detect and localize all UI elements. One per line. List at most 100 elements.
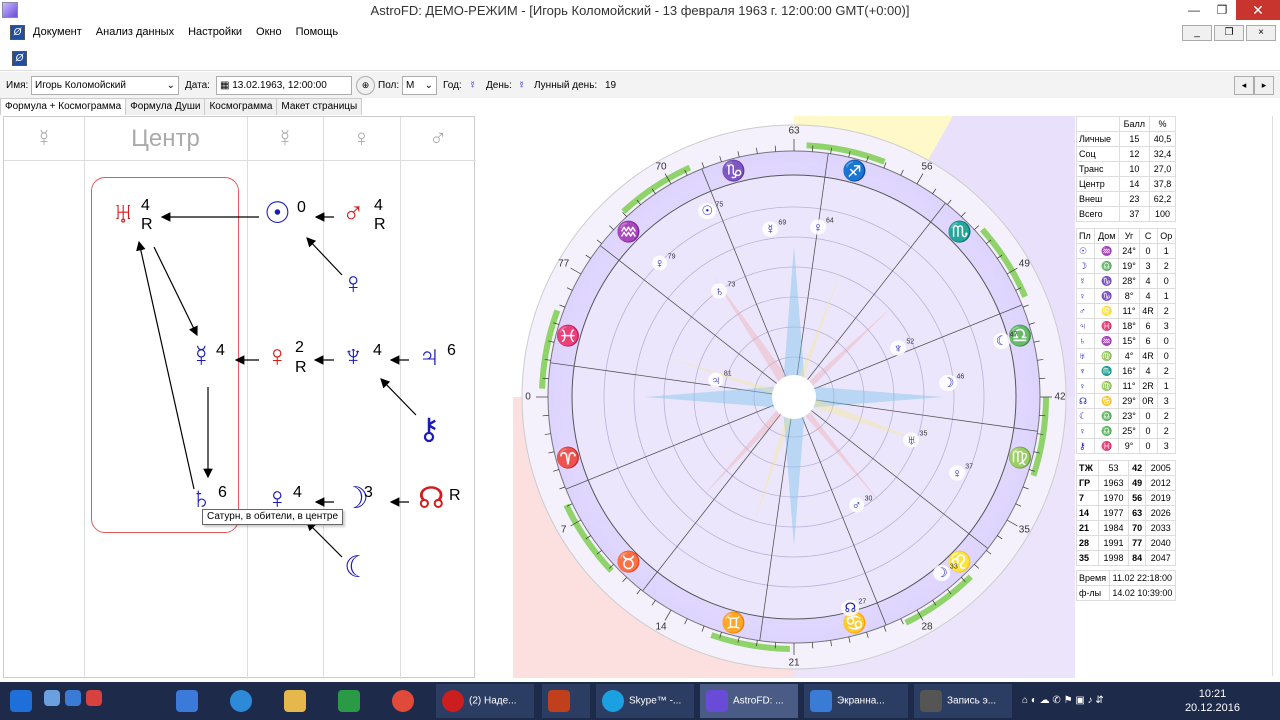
wheel-planet-icon: ☉ xyxy=(698,203,717,220)
times-table: Время 11.02 22:18:00 ф-лы 14.02 10:39:00 xyxy=(1076,570,1177,601)
wheel-planet-icon: ♆ xyxy=(890,340,907,356)
tab-formula-cosmogram[interactable]: Формула + Космограмма xyxy=(0,98,127,115)
wheel-planet-icon: ♂ xyxy=(848,497,865,513)
tab-cosmogram[interactable]: Космограмма xyxy=(204,98,278,115)
cycles-cell: 28 xyxy=(1075,535,1100,551)
menu-window[interactable]: Окно xyxy=(256,26,282,38)
positions-cell: ♒ xyxy=(1094,243,1120,259)
times-cell: Время xyxy=(1076,570,1110,586)
taskbar-item-opera[interactable]: (2) Наде... xyxy=(436,684,534,718)
chrome-icon[interactable] xyxy=(86,690,102,706)
taskbar-item-astrofd[interactable]: AstroFD: ... xyxy=(700,684,798,718)
mercury-number: 4 xyxy=(216,342,225,359)
positions-cell: 6 xyxy=(1138,333,1158,349)
zodiac-sign-icon: ♓ xyxy=(555,325,581,348)
uranus-retro: R xyxy=(141,216,153,233)
mdi-close-button[interactable]: × xyxy=(1246,25,1276,41)
scores-cell: Внеш xyxy=(1076,191,1120,207)
scores-row: Транс 10 27,0 xyxy=(1076,161,1176,177)
degree-label: 0 xyxy=(525,391,531,403)
scores-cell: Всего xyxy=(1076,206,1120,222)
pluto-number: 2 xyxy=(295,339,304,356)
positions-cell: С xyxy=(1138,228,1158,244)
maximize-button[interactable]: ❐ xyxy=(1208,0,1236,20)
aspect-arrows xyxy=(136,212,417,558)
toolbar-document-icon[interactable]: Ø xyxy=(12,51,27,66)
sun-glyph: ☉ xyxy=(264,197,291,230)
close-button[interactable]: ✕ xyxy=(1236,0,1280,20)
explorer-button[interactable] xyxy=(284,684,311,718)
menu-document[interactable]: Документ xyxy=(33,26,82,38)
ie-icon[interactable] xyxy=(65,690,81,706)
mdi-minimize-button[interactable]: _ xyxy=(1182,25,1212,41)
tab-page-layout[interactable]: Макет страницы xyxy=(276,98,363,115)
positions-cell: ♎ xyxy=(1094,423,1120,439)
menu-help[interactable]: Помощь xyxy=(296,26,339,38)
wheel-planet-number: 64 xyxy=(826,217,834,225)
neptune-number: 4 xyxy=(373,342,382,359)
wheel-planet-icon: ♄ xyxy=(711,283,728,298)
positions-cell: 3 xyxy=(1156,438,1177,454)
mdi-restore-button[interactable]: ❐ xyxy=(1214,25,1244,41)
saturn-number: 6 xyxy=(218,484,227,501)
positions-cell: 18° xyxy=(1118,318,1140,334)
name-select[interactable]: Игорь Коломойский ⌄ xyxy=(31,76,179,95)
globe-icon[interactable]: ⊕ xyxy=(356,76,375,95)
title-bar: AstroFD: ДЕМО-РЕЖИМ - [Игорь Коломойский… xyxy=(0,0,1280,22)
clock[interactable]: 10:21 20.12.2016 xyxy=(1185,687,1240,715)
ie-button[interactable] xyxy=(230,684,257,718)
positions-cell: 8° xyxy=(1118,288,1140,304)
snipping-tool-button[interactable] xyxy=(176,684,203,718)
zodiac-sign-icon: ♌ xyxy=(947,551,972,574)
mars-number: 4 xyxy=(374,197,383,214)
positions-cell: ♌ xyxy=(1094,303,1120,319)
wheel-planet-icon: ☾ xyxy=(992,333,1011,350)
sex-select[interactable]: М ⌄ xyxy=(402,76,437,95)
cosmogram-wheel[interactable]: 63 56 49 42 35 28 21 14 7 0 77 70 ♐ ♏ ♎ ♍ ♌ ♋ ♊ ♉ ♈ ♓ ♒ ♑ ☉ 75 ☿ 69… xyxy=(513,116,1075,678)
wheel-svg xyxy=(513,116,1075,678)
store-button[interactable] xyxy=(338,684,365,718)
date-picker[interactable]: ▦ 13.02.1963, 12:00:00 xyxy=(216,76,352,95)
desktop-icon[interactable] xyxy=(44,690,60,706)
mdi-controls: _ ❐ × xyxy=(1182,25,1276,41)
scores-cell: 14 xyxy=(1118,176,1151,192)
taskbar-item-screen[interactable]: Экранна... xyxy=(804,684,908,718)
positions-table: Пл Дом Уг С Ор ☉ ♒ 24° 0 1 ☽ ♎ 19° 3 2 ☿ ♑ 28° 4 0 ♀ ♑ 8° 4 1 ♂ ♌ 1… xyxy=(1075,228,1177,454)
positions-row: ⚷ ♓ 9° 0 3 xyxy=(1075,438,1177,454)
taskbar-item-recorder[interactable]: Запись э... xyxy=(914,684,1012,718)
lilith-glyph: ☾ xyxy=(344,551,371,584)
cycles-cell: 84 xyxy=(1127,550,1147,566)
cycles-cell: 63 xyxy=(1127,505,1147,521)
menu-settings[interactable]: Настройки xyxy=(188,26,242,38)
positions-cell: 2 xyxy=(1156,423,1177,439)
astrofd-icon xyxy=(706,690,728,712)
taskbar-item-powerpoint[interactable] xyxy=(542,684,590,718)
chrome-button[interactable] xyxy=(392,684,419,718)
positions-cell: ☊ xyxy=(1075,393,1096,409)
tray-icons[interactable]: ⌂ ◐ ☁ ✆ ⚑ ▣ ♪ ⇵ xyxy=(1022,695,1104,706)
degree-label: 14 xyxy=(655,621,667,633)
wheel-planet-number: 46 xyxy=(956,373,965,381)
document-icon[interactable]: Ø xyxy=(10,25,25,40)
menu-data-analysis[interactable]: Анализ данных xyxy=(96,26,174,38)
minimize-button[interactable]: — xyxy=(1180,0,1208,20)
positions-cell: ♀ xyxy=(1075,288,1096,304)
positions-cell: ♍ xyxy=(1094,348,1120,364)
taskbar-item-skype[interactable]: Skype™ -... xyxy=(596,684,694,718)
cycles-cell: ГР xyxy=(1075,475,1100,491)
cycles-row: ГР 1963 49 2012 xyxy=(1075,475,1176,491)
positions-cell: 11° xyxy=(1118,378,1140,394)
cycles-row: 21 1984 70 2033 xyxy=(1075,520,1176,536)
tab-soul-formula[interactable]: Формула Души xyxy=(125,98,206,115)
start-button[interactable] xyxy=(10,684,37,718)
scores-cell: 62,2 xyxy=(1149,191,1176,207)
positions-row: ☿ ♑ 28° 4 0 xyxy=(1075,273,1177,289)
scores-cell: 15 xyxy=(1118,131,1151,147)
cycles-cell: 2047 xyxy=(1145,550,1176,566)
taskbar-item-label: Запись э... xyxy=(947,695,997,707)
positions-cell: ♋ xyxy=(1094,393,1120,409)
nav-prev-button[interactable]: ◂ xyxy=(1234,76,1254,95)
zodiac-sign-icon: ♈ xyxy=(555,447,581,470)
nav-next-button[interactable]: ▸ xyxy=(1254,76,1274,95)
menu-bar: Ø Документ Анализ данных Настройки Окно … xyxy=(0,22,1280,44)
